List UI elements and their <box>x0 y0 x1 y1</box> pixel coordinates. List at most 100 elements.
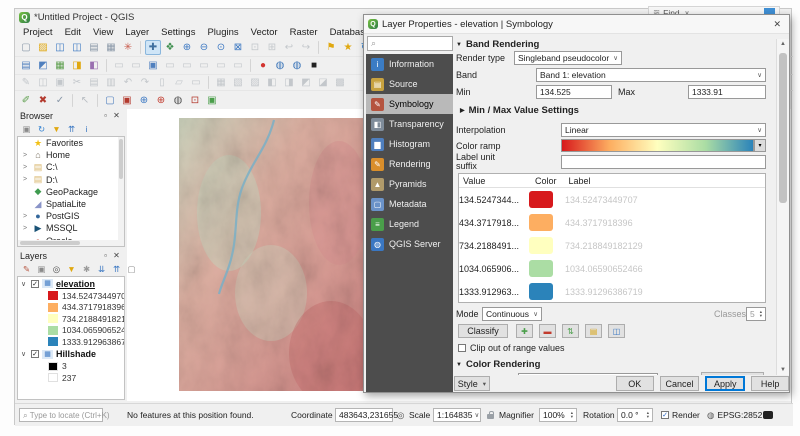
sidebar-item-rendering[interactable]: ✎ Rendering <box>366 154 453 174</box>
clip-checkbox[interactable]: Clip out of range values <box>458 343 565 353</box>
plugin-icon-red[interactable]: ● <box>255 58 271 73</box>
new-bookmark-icon[interactable]: ⚑ <box>323 40 339 55</box>
sidebar-item-qgis-server[interactable]: ◍ QGIS Server <box>366 234 453 254</box>
map-tips-icon[interactable]: ▣ <box>145 58 161 73</box>
layer-checkbox[interactable]: ✓ <box>31 280 39 288</box>
filter-browser-icon[interactable]: ▼ <box>50 123 63 135</box>
zoom-to-selection-icon[interactable]: ⊡ <box>247 40 263 55</box>
add-values-button[interactable]: ✚ <box>516 324 533 338</box>
copy-style-icon[interactable]: ▢ <box>102 93 118 108</box>
add-part-icon[interactable]: ◨ <box>281 75 297 90</box>
add-group-icon[interactable]: ▣ <box>35 263 48 275</box>
crs-indicator[interactable]: ◍ EPSG:2852 <box>707 408 762 422</box>
separator[interactable] <box>72 94 73 107</box>
zoom-in-icon[interactable]: ⊕ <box>179 40 195 55</box>
remove-layer-icon[interactable]: ▢ <box>125 263 138 275</box>
layer-item-elevation[interactable]: ∨ ✓ ▦ elevation <box>18 277 124 290</box>
reshape-features-icon[interactable]: ▩ <box>332 75 348 90</box>
style-manager-icon[interactable]: ✳ <box>120 40 136 55</box>
show-hidden-labels-icon[interactable]: ▭ <box>179 58 195 73</box>
expander-icon[interactable]: ∨ <box>21 350 28 358</box>
min-input[interactable]: 134.525 <box>536 85 612 99</box>
coordinate-input[interactable]: 483643,231655 <box>335 408 393 422</box>
sidebar-item-symbology[interactable]: ✎ Symbology <box>366 94 453 114</box>
sidebar-item-histogram[interactable]: ▆ Histogram <box>366 134 453 154</box>
float-panel-icon[interactable]: ▫ <box>100 251 111 260</box>
band-rendering-section[interactable]: ▼ Band Rendering <box>456 39 539 50</box>
new-print-layout-icon[interactable]: ▤ <box>86 40 102 55</box>
add-selected-layers-icon[interactable]: ▣ <box>20 123 33 135</box>
cut-features-icon[interactable]: ✂ <box>69 75 85 90</box>
browser-item-c-drive[interactable]: > ▤ C:\ <box>18 161 124 173</box>
layer-item-hillshade[interactable]: ∨ ✓ ▦ Hillshade <box>18 348 124 361</box>
render-checkbox[interactable]: ✓ Render <box>661 408 700 422</box>
color-ramp-menu-button[interactable]: ▾ <box>754 139 766 152</box>
color-rendering-section[interactable]: ▼ Color Rendering <box>456 359 540 370</box>
band-combo[interactable]: Band 1: elevation ∨ <box>536 68 766 82</box>
close-icon[interactable]: ✕ <box>769 19 785 30</box>
close-panel-icon[interactable]: ✕ <box>111 111 122 120</box>
browser-hscrollbar[interactable] <box>18 240 124 246</box>
change-label-icon[interactable]: ▭ <box>230 58 246 73</box>
separator[interactable] <box>106 59 107 72</box>
copy-features-icon[interactable]: ▤ <box>86 75 102 90</box>
web-plugin-icon[interactable]: ◍ <box>289 58 305 73</box>
pan-to-selection-icon[interactable]: ❖ <box>162 40 178 55</box>
interpolation-combo[interactable]: Linear ∨ <box>561 123 766 137</box>
add-mesh-layer-icon[interactable]: ◨ <box>69 58 85 73</box>
rotate-feature-icon[interactable]: ▧ <box>230 75 246 90</box>
browser-item-mssql[interactable]: > ▶ MSSQL <box>18 222 124 234</box>
move-label-icon[interactable]: ▭ <box>196 58 212 73</box>
move-feature-icon[interactable]: ▦ <box>213 75 229 90</box>
delete-selected-icon[interactable]: ▯ <box>154 75 170 90</box>
cancel-button[interactable]: Cancel <box>660 376 700 391</box>
expander-icon[interactable]: ∨ <box>21 280 28 288</box>
simplify-feature-icon[interactable]: ▨ <box>247 75 263 90</box>
extent-icon[interactable]: ⊡ <box>187 93 203 108</box>
properties-widget-icon[interactable]: i <box>80 123 93 135</box>
properties-search-input[interactable]: ⌕ <box>367 36 453 51</box>
separator[interactable] <box>140 41 141 54</box>
zoom-highlight-blue-icon[interactable]: ⊕ <box>136 93 152 108</box>
select-arrow-icon[interactable]: ↖ <box>77 93 93 108</box>
sidebar-item-information[interactable]: i Information <box>366 54 453 74</box>
log-messages-icon[interactable] <box>763 408 773 422</box>
collapse-all-icon[interactable]: ⇈ <box>110 263 123 275</box>
new-project-icon[interactable]: ▢ <box>18 40 34 55</box>
dialog-scrollbar[interactable]: ▲ ▼ <box>776 39 789 375</box>
magnifier-input[interactable]: 100% ▴▾ <box>539 408 577 422</box>
gps-icon[interactable]: ✓ <box>52 93 68 108</box>
scale-combo[interactable]: 1:164835 ∨ <box>433 408 481 422</box>
sort-values-button[interactable]: ⇅ <box>562 324 579 338</box>
paste-style-icon[interactable]: ▣ <box>119 93 135 108</box>
separator[interactable] <box>97 94 98 107</box>
menu-item[interactable]: Raster <box>284 25 324 39</box>
locate-input[interactable]: ⌕ Type to locate (Ctrl+K) <box>19 408 103 422</box>
separator[interactable] <box>250 59 251 72</box>
save-color-map-button[interactable]: ◫ <box>608 324 625 338</box>
style-menu-button[interactable]: Style ▾ <box>454 376 490 391</box>
add-vector-layer-icon[interactable]: ◩ <box>35 58 51 73</box>
remove-values-button[interactable]: ▬ <box>539 324 556 338</box>
browser-item-postgis[interactable]: > ● PostGIS <box>18 210 124 222</box>
mode-combo[interactable]: Continuous ∨ <box>482 307 542 321</box>
zoom-next-icon[interactable]: ↪ <box>298 40 314 55</box>
layer-label[interactable]: elevation <box>56 279 95 289</box>
new-record-icon[interactable]: ▣ <box>52 75 68 90</box>
close-panel-icon[interactable]: ✕ <box>111 251 122 260</box>
layer-styling-icon[interactable]: ✎ <box>20 263 33 275</box>
browser-item-geopackage[interactable]: ◆ GeoPackage <box>18 186 124 198</box>
color-swatch[interactable] <box>529 214 553 231</box>
redo-icon[interactable]: ↷ <box>137 75 153 90</box>
mmqgis-plugin-icon[interactable]: ■ <box>306 58 322 73</box>
menu-item[interactable]: Edit <box>59 25 87 39</box>
sidebar-item-legend[interactable]: ≡ Legend <box>366 214 453 234</box>
zoom-highlight-red-icon[interactable]: ⊕ <box>153 93 169 108</box>
annotation-icon[interactable]: ✐ <box>18 93 34 108</box>
browser-item-home[interactable]: > ⌂ Home <box>18 149 124 161</box>
menu-item[interactable]: Plugins <box>201 25 244 39</box>
add-ring-icon[interactable]: ◧ <box>264 75 280 90</box>
paste-features-icon[interactable]: ▥ <box>103 75 119 90</box>
extents-toggle-icon[interactable]: ◎ <box>397 408 404 422</box>
lock-scale-icon[interactable] <box>487 408 494 422</box>
